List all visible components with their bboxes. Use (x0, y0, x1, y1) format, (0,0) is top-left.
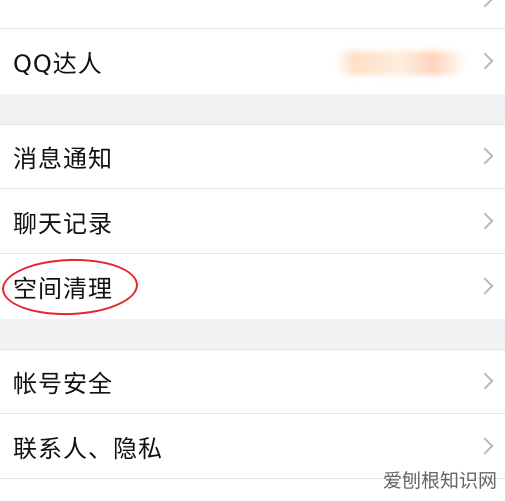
chevron-right-icon (476, 212, 494, 229)
chevron-right-icon (476, 372, 494, 389)
watermark: 爱刨根知识网 (382, 470, 497, 492)
settings-row-chat-history[interactable]: 聊天记录 (0, 189, 505, 254)
settings-row-label: 聊天记录 (13, 210, 113, 238)
settings-row-label: 联系人、隐私 (13, 435, 163, 463)
settings-row-label: 帐号安全 (13, 370, 113, 398)
blurred-value (335, 50, 467, 75)
settings-row-label: 消息通知 (13, 145, 113, 173)
chevron-right-icon (476, 147, 494, 164)
chevron-right-icon (476, 0, 494, 7)
settings-group-top (0, 0, 505, 29)
settings-page: QQ达人 消息通知 聊天记录 空间清理 帐号安全 联系人、隐私 爱刨根知识网 (0, 0, 505, 501)
chevron-right-icon (476, 437, 494, 454)
settings-row-label: 空间清理 (13, 275, 113, 303)
settings-group-1: QQ达人 (0, 29, 505, 94)
settings-row-space-cleanup[interactable]: 空间清理 (0, 254, 505, 319)
settings-row-account-security[interactable]: 帐号安全 (0, 349, 505, 414)
settings-row-qq-daren[interactable]: QQ达人 (0, 29, 505, 94)
settings-row-message-notify[interactable]: 消息通知 (0, 124, 505, 189)
chevron-right-icon (476, 52, 494, 69)
chevron-right-icon (476, 277, 494, 294)
settings-group-2: 消息通知 聊天记录 空间清理 (0, 124, 505, 319)
settings-row-label: QQ达人 (13, 50, 103, 78)
settings-row-cutoff[interactable] (0, 0, 505, 29)
